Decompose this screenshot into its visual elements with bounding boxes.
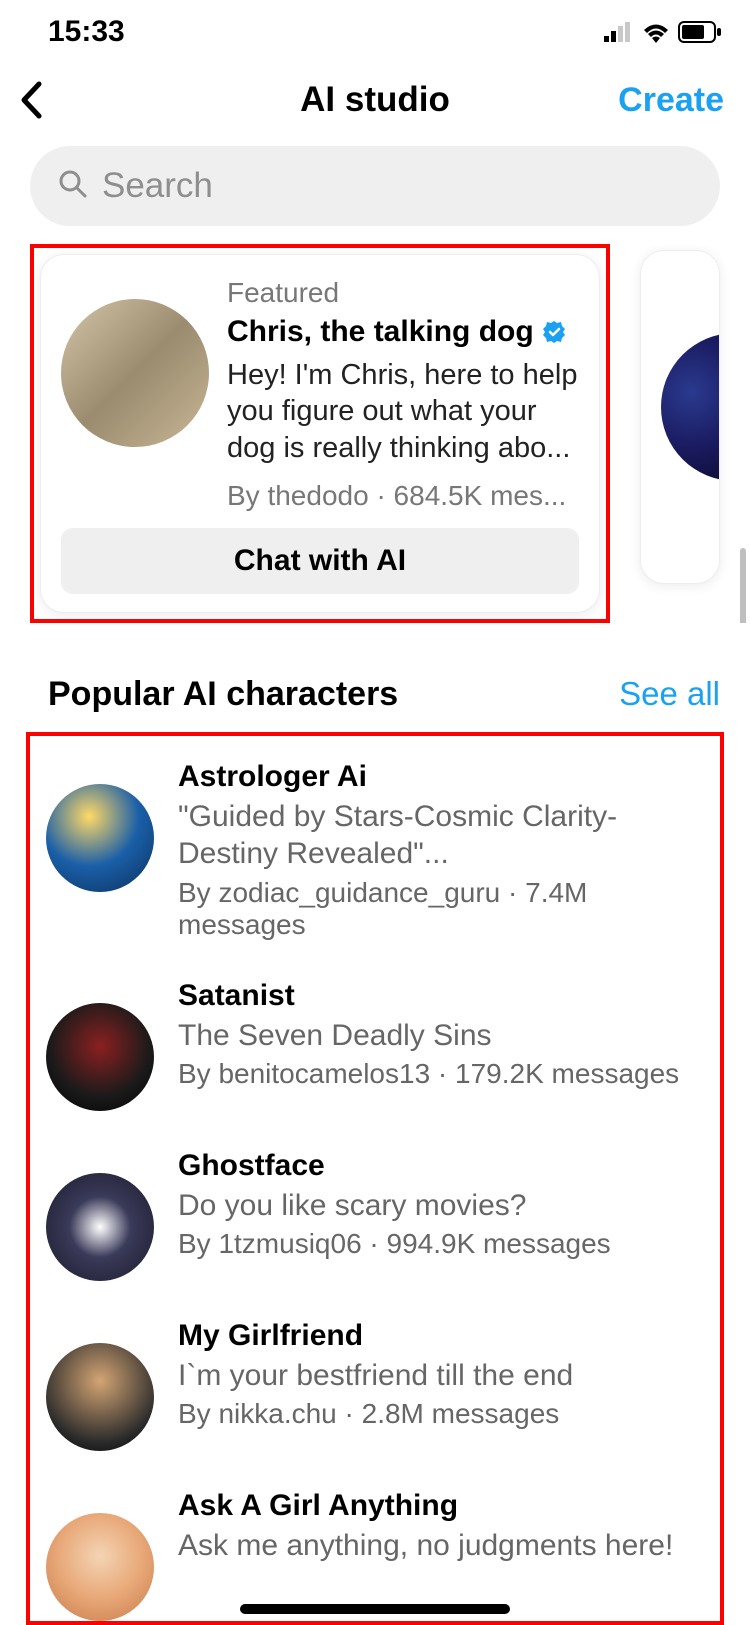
character-name: Satanist bbox=[178, 979, 704, 1013]
featured-label: Featured bbox=[227, 277, 579, 309]
character-description: The Seven Deadly Sins bbox=[178, 1017, 704, 1055]
status-indicators bbox=[604, 21, 722, 43]
highlight-box: Featured Chris, the talking dog Hey! I'm… bbox=[30, 244, 610, 623]
character-description: I`m your bestfriend till the end bbox=[178, 1357, 704, 1395]
character-item[interactable]: Ghostface Do you like scary movies? By 1… bbox=[42, 1137, 708, 1307]
cellular-signal-icon bbox=[604, 22, 634, 42]
scroll-indicator bbox=[740, 548, 746, 623]
home-indicator[interactable] bbox=[240, 1604, 510, 1614]
character-description: "Guided by Stars-Cosmic Clarity-Destiny … bbox=[178, 798, 704, 873]
chevron-left-icon bbox=[20, 81, 42, 119]
search-icon bbox=[58, 169, 88, 204]
highlight-box-list: Astrologer Ai "Guided by Stars-Cosmic Cl… bbox=[26, 732, 724, 1625]
wifi-icon bbox=[642, 21, 670, 43]
character-description: Do you like scary movies? bbox=[178, 1187, 704, 1225]
search-input[interactable]: Search bbox=[30, 146, 720, 226]
section-header: Popular AI characters See all bbox=[0, 623, 750, 732]
create-button[interactable]: Create bbox=[618, 81, 724, 120]
avatar bbox=[661, 333, 720, 481]
section-title: Popular AI characters bbox=[48, 675, 398, 714]
status-time: 15:33 bbox=[48, 15, 125, 49]
featured-carousel[interactable]: Featured Chris, the talking dog Hey! I'm… bbox=[0, 244, 750, 623]
character-item[interactable]: My Girlfriend I`m your bestfriend till t… bbox=[42, 1307, 708, 1477]
search-placeholder: Search bbox=[102, 166, 213, 206]
character-name: Astrologer Ai bbox=[178, 760, 704, 794]
character-description: Ask me anything, no judgments here! bbox=[178, 1527, 704, 1565]
character-byline: By benitocamelos13 · 179.2K messages bbox=[178, 1058, 704, 1090]
character-name: Ask A Girl Anything bbox=[178, 1489, 704, 1523]
avatar bbox=[46, 1003, 154, 1111]
battery-icon bbox=[678, 21, 722, 43]
character-item[interactable]: Satanist The Seven Deadly Sins By benito… bbox=[42, 967, 708, 1137]
character-item[interactable]: Astrologer Ai "Guided by Stars-Cosmic Cl… bbox=[42, 748, 708, 967]
character-item[interactable]: Ask A Girl Anything Ask me anything, no … bbox=[42, 1477, 708, 1621]
character-name: Ghostface bbox=[178, 1149, 704, 1183]
page-title: AI studio bbox=[300, 80, 450, 120]
featured-card-peek[interactable] bbox=[640, 250, 720, 584]
status-bar: 15:33 bbox=[0, 0, 750, 60]
avatar bbox=[46, 1513, 154, 1621]
chat-with-ai-button[interactable]: Chat with AI bbox=[61, 528, 579, 594]
character-byline: By 1tzmusiq06 · 994.9K messages bbox=[178, 1228, 704, 1260]
featured-byline: By thedodo · 684.5K mes... bbox=[227, 480, 579, 512]
avatar bbox=[46, 784, 154, 892]
back-button[interactable] bbox=[20, 80, 60, 120]
see-all-button[interactable]: See all bbox=[619, 675, 720, 713]
avatar bbox=[46, 1173, 154, 1281]
verified-badge-icon bbox=[542, 320, 566, 344]
featured-card[interactable]: Featured Chris, the talking dog Hey! I'm… bbox=[40, 254, 600, 613]
featured-name: Chris, the talking dog bbox=[227, 315, 534, 349]
avatar bbox=[46, 1343, 154, 1451]
nav-bar: AI studio Create bbox=[0, 60, 750, 136]
character-byline: By zodiac_guidance_guru · 7.4M messages bbox=[178, 877, 704, 941]
character-name: My Girlfriend bbox=[178, 1319, 704, 1353]
featured-description: Hey! I'm Chris, here to help you figure … bbox=[227, 357, 579, 466]
avatar bbox=[61, 299, 209, 447]
character-byline: By nikka.chu · 2.8M messages bbox=[178, 1398, 704, 1430]
